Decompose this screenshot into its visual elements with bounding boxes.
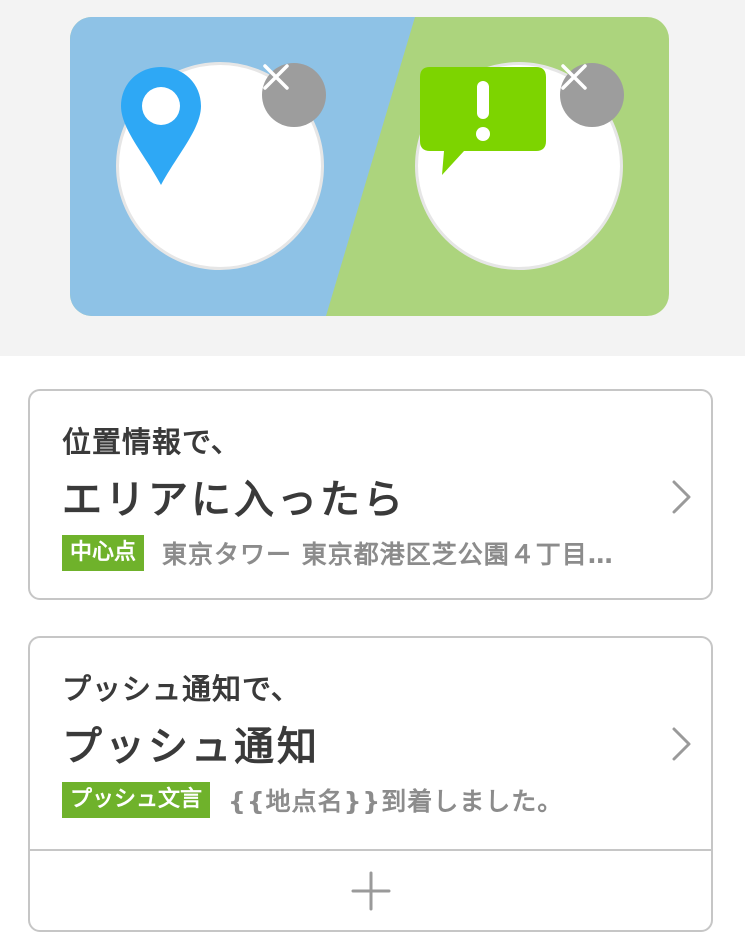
action-value: {{地点名}}到着しました。	[228, 787, 564, 816]
hero-section	[0, 0, 745, 356]
add-action-button[interactable]	[30, 851, 711, 930]
trigger-row[interactable]: 位置情報で、 エリアに入ったら 中心点 東京タワー 東京都港区芝公園４丁目…	[30, 391, 711, 598]
chevron-right-icon	[672, 727, 691, 761]
action-tag: プッシュ文言	[62, 782, 211, 818]
action-row[interactable]: プッシュ通知で、 プッシュ通知 プッシュ文言 {{地点名}}到着しました。	[30, 638, 711, 849]
chevron-right-icon	[672, 480, 691, 514]
trigger-title: エリアに入ったら	[62, 477, 406, 523]
remove-action-button[interactable]	[560, 63, 624, 127]
remove-trigger-button[interactable]	[262, 63, 326, 127]
close-icon	[263, 64, 289, 90]
trigger-value: 東京タワー 東京都港区芝公園４丁目…	[162, 540, 614, 569]
trigger-tag: 中心点	[62, 535, 145, 571]
trigger-lead: 位置情報で、	[62, 425, 241, 459]
action-card: プッシュ通知で、 プッシュ通知 プッシュ文言 {{地点名}}到着しました。	[28, 636, 713, 932]
action-title: プッシュ通知	[62, 724, 320, 770]
action-lead: プッシュ通知で、	[62, 672, 301, 706]
close-icon	[561, 64, 587, 90]
location-pin-icon	[121, 67, 201, 185]
hero-banner	[70, 17, 669, 316]
plus-icon	[351, 871, 390, 910]
action-meta: プッシュ文言 {{地点名}}到着しました。	[62, 782, 655, 818]
alert-message-icon	[420, 67, 546, 175]
trigger-card: 位置情報で、 エリアに入ったら 中心点 東京タワー 東京都港区芝公園４丁目…	[28, 389, 713, 600]
trigger-meta: 中心点 東京タワー 東京都港区芝公園４丁目…	[62, 535, 655, 571]
